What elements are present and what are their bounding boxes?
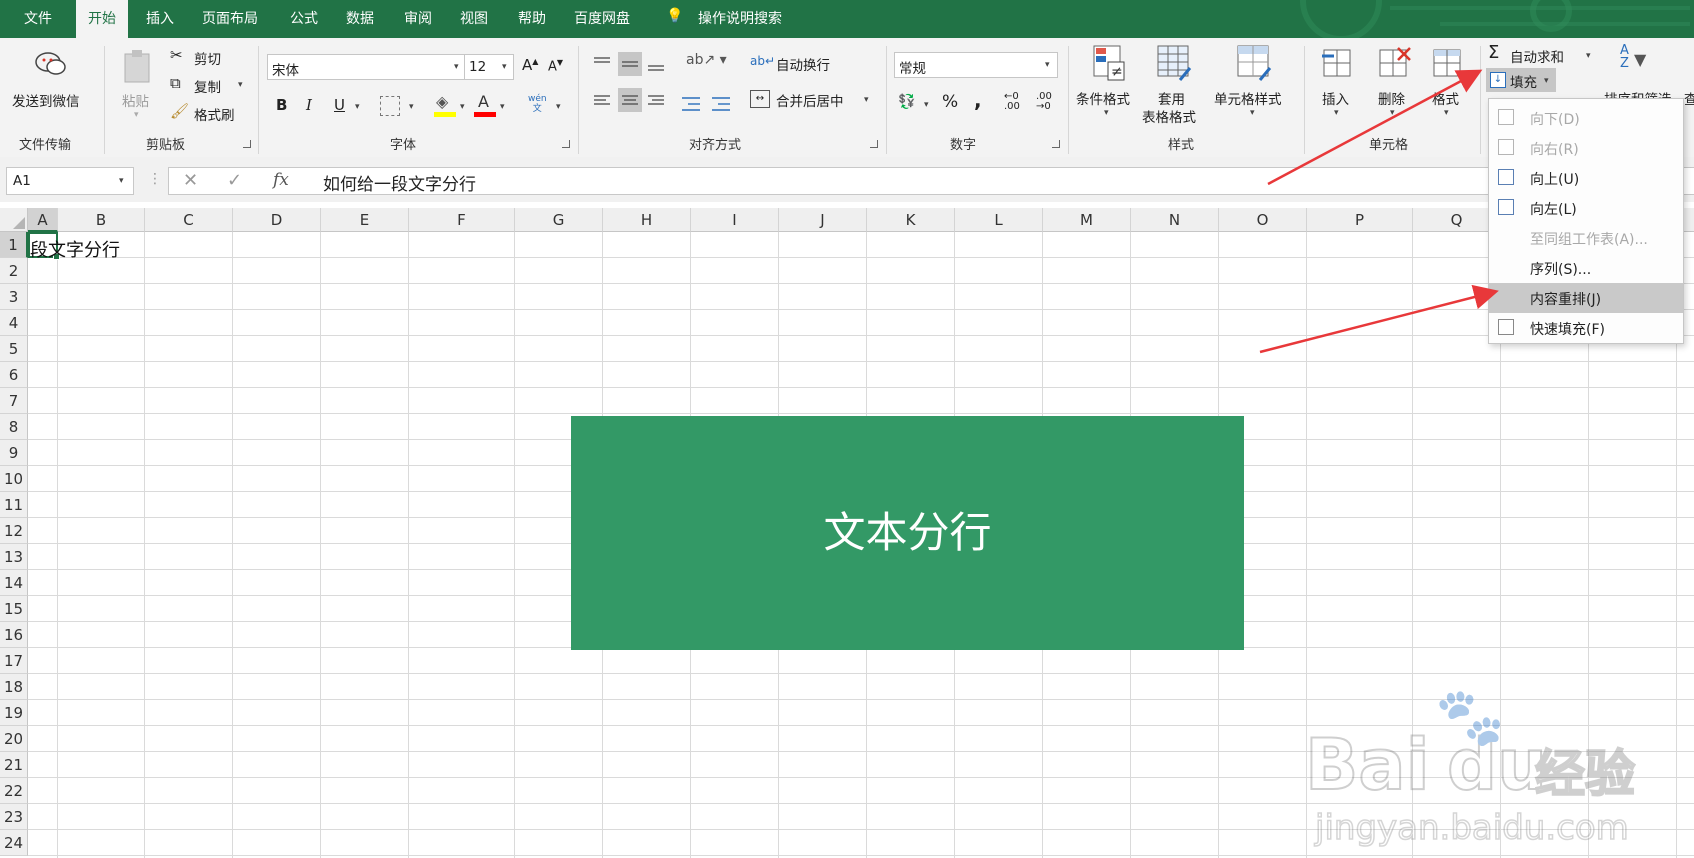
red-arrow-to-fill — [1267, 69, 1483, 186]
baidu-jingyan-watermark: Bai du 经验 jingyan.baidu.com 🐾 — [1304, 684, 1636, 849]
paw-icon: 🐾 — [1434, 684, 1506, 751]
red-arrow-to-justify — [1259, 284, 1499, 354]
